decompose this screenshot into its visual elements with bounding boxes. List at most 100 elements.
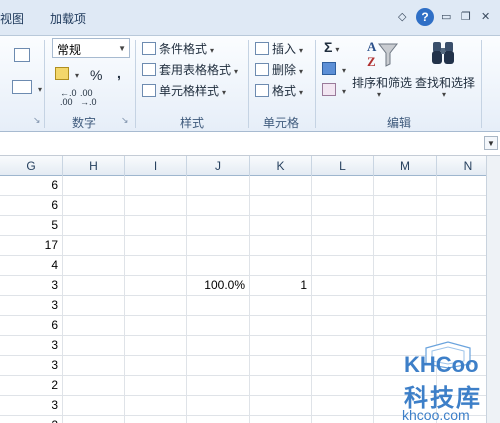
cell-k[interactable] — [250, 176, 312, 196]
cell-h[interactable] — [63, 256, 125, 276]
cell-j[interactable] — [187, 296, 250, 316]
delete-button[interactable]: 删除 ▾ — [255, 61, 303, 78]
cell-m[interactable] — [374, 316, 437, 336]
column-header-g[interactable]: G — [0, 156, 63, 176]
cell-styles-button[interactable]: 单元格样式 ▾ — [142, 82, 226, 99]
cell-l[interactable] — [312, 176, 374, 196]
cell-i[interactable] — [125, 356, 187, 376]
cell-m[interactable] — [374, 176, 437, 196]
cell-h[interactable] — [63, 276, 125, 296]
cell-j[interactable] — [187, 256, 250, 276]
cell-j[interactable] — [187, 416, 250, 423]
cell-g[interactable]: 2 — [0, 416, 63, 423]
cell-m[interactable] — [374, 276, 437, 296]
cell-h[interactable] — [63, 196, 125, 216]
cell-k[interactable] — [250, 416, 312, 423]
cell-k[interactable] — [250, 236, 312, 256]
formula-bar[interactable]: ▼ — [0, 132, 500, 156]
cell-l[interactable] — [312, 356, 374, 376]
cell-h[interactable] — [63, 356, 125, 376]
cell-i[interactable] — [125, 216, 187, 236]
cell-l[interactable] — [312, 236, 374, 256]
cell-h[interactable] — [63, 316, 125, 336]
cell-j[interactable] — [187, 176, 250, 196]
restore-icon[interactable]: ❐ — [461, 10, 471, 23]
cell-k[interactable] — [250, 336, 312, 356]
cell-g[interactable]: 17 — [0, 236, 63, 256]
cell-k[interactable] — [250, 296, 312, 316]
cell-l[interactable] — [312, 216, 374, 236]
cell-m[interactable] — [374, 256, 437, 276]
format-button[interactable]: 格式 ▾ — [255, 82, 303, 99]
tab-addins[interactable]: 加载项 — [50, 10, 86, 27]
cell-l[interactable] — [312, 376, 374, 396]
tab-view[interactable]: 视图 — [0, 10, 24, 27]
column-header-h[interactable]: H — [63, 156, 125, 176]
cell-h[interactable] — [63, 216, 125, 236]
cell-i[interactable] — [125, 176, 187, 196]
cell-g[interactable]: 2 — [0, 376, 63, 396]
cell-g[interactable]: 3 — [0, 276, 63, 296]
cell-j[interactable] — [187, 336, 250, 356]
column-header-l[interactable]: L — [312, 156, 374, 176]
cell-g[interactable]: 3 — [0, 296, 63, 316]
cell-g[interactable]: 3 — [0, 336, 63, 356]
cell-g[interactable]: 3 — [0, 356, 63, 376]
cell-j[interactable]: 100.0% — [187, 276, 250, 296]
cell-m[interactable] — [374, 196, 437, 216]
column-header-m[interactable]: M — [374, 156, 437, 176]
cell-h[interactable] — [63, 416, 125, 423]
cell-j[interactable] — [187, 196, 250, 216]
minimize-icon[interactable]: ▭ — [441, 10, 451, 23]
cell-k[interactable] — [250, 316, 312, 336]
cell-l[interactable] — [312, 196, 374, 216]
cell-l[interactable] — [312, 396, 374, 416]
column-header-i[interactable]: I — [125, 156, 187, 176]
decrease-decimal-button[interactable]: .00 →.0 — [80, 89, 97, 107]
cell-i[interactable] — [125, 316, 187, 336]
accounting-format-button[interactable]: ▾ — [55, 67, 79, 81]
cell-h[interactable] — [63, 296, 125, 316]
clear-button[interactable]: ▾ — [322, 83, 346, 97]
cell-g[interactable]: 4 — [0, 256, 63, 276]
cell-m[interactable] — [374, 236, 437, 256]
cell-g[interactable]: 6 — [0, 176, 63, 196]
conditional-formatting-button[interactable]: 条件格式 ▾ — [142, 40, 214, 57]
formula-bar-expand-icon[interactable]: ▼ — [484, 136, 498, 150]
cell-k[interactable] — [250, 396, 312, 416]
cell-m[interactable] — [374, 216, 437, 236]
cell-h[interactable] — [63, 236, 125, 256]
column-header-j[interactable]: J — [187, 156, 250, 176]
chevron-up-icon[interactable]: ◇ — [398, 10, 406, 23]
cell-i[interactable] — [125, 236, 187, 256]
cell-h[interactable] — [63, 376, 125, 396]
cell-j[interactable] — [187, 216, 250, 236]
cell-l[interactable] — [312, 296, 374, 316]
cell-k[interactable] — [250, 356, 312, 376]
cell-i[interactable] — [125, 376, 187, 396]
cell-k[interactable] — [250, 196, 312, 216]
cell-g[interactable]: 6 — [0, 316, 63, 336]
cell-i[interactable] — [125, 336, 187, 356]
help-button[interactable]: ? — [416, 8, 434, 26]
column-header-k[interactable]: K — [250, 156, 312, 176]
cell-i[interactable] — [125, 416, 187, 423]
cell-m[interactable] — [374, 296, 437, 316]
cell-g[interactable]: 5 — [0, 216, 63, 236]
cell-k[interactable] — [250, 216, 312, 236]
cell-k[interactable] — [250, 256, 312, 276]
cell-i[interactable] — [125, 196, 187, 216]
alignment-launcher-icon[interactable]: ↘ — [33, 115, 41, 126]
cell-l[interactable] — [312, 316, 374, 336]
cell-k[interactable] — [250, 376, 312, 396]
number-format-select[interactable]: 常规 ▼ — [52, 38, 130, 58]
cell-j[interactable] — [187, 316, 250, 336]
find-select-button[interactable]: 查找和选择 ▾ — [415, 38, 477, 108]
increase-decimal-button[interactable]: ←.0.00 — [60, 89, 77, 107]
cell-g[interactable]: 3 — [0, 396, 63, 416]
comma-button[interactable]: , — [117, 65, 121, 81]
wrap-text-icon[interactable] — [14, 48, 33, 63]
number-launcher-icon[interactable]: ↘ — [121, 115, 129, 126]
merge-center-icon[interactable]: ▾ — [12, 80, 42, 95]
cell-i[interactable] — [125, 296, 187, 316]
